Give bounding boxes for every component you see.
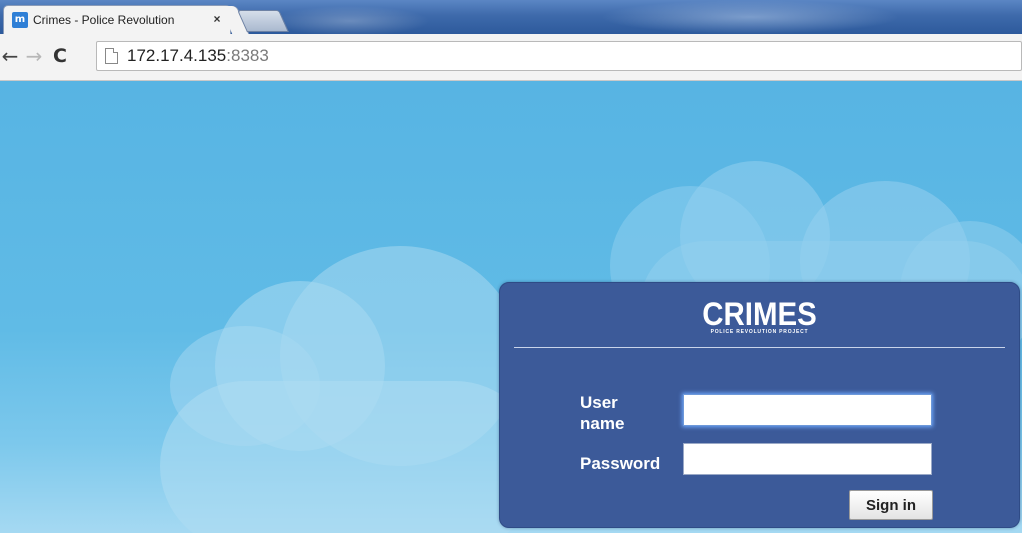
sign-in-button[interactable]: Sign in bbox=[849, 490, 933, 520]
username-input[interactable] bbox=[683, 394, 932, 426]
tabstrip-glow bbox=[600, 0, 900, 34]
close-icon[interactable]: × bbox=[210, 11, 224, 27]
password-label: Password bbox=[580, 454, 661, 473]
crimes-logo: CRIMES POLICE REVOLUTION PROJECT bbox=[500, 297, 1019, 336]
browser-tab-strip: m Crimes - Police Revolution × bbox=[0, 0, 1022, 34]
back-arrow-icon[interactable]: ← bbox=[0, 45, 20, 67]
login-panel: CRIMES POLICE REVOLUTION PROJECT User na… bbox=[499, 282, 1020, 528]
active-tab[interactable]: m Crimes - Police Revolution × bbox=[4, 6, 230, 34]
browser-toolbar: ← → C 172.17.4.135:8383 bbox=[0, 34, 1022, 81]
favicon-icon: m bbox=[12, 12, 28, 28]
page-icon bbox=[105, 48, 118, 64]
url-text: 172.17.4.135:8383 bbox=[127, 46, 269, 66]
address-bar[interactable]: 172.17.4.135:8383 bbox=[96, 41, 1022, 71]
username-label: User name bbox=[580, 393, 625, 433]
url-host: 172.17.4.135 bbox=[127, 46, 227, 65]
cloud-decoration bbox=[160, 381, 540, 533]
tab-title: Crimes - Police Revolution bbox=[33, 13, 175, 27]
password-input[interactable] bbox=[683, 443, 932, 475]
url-port: :8383 bbox=[226, 46, 269, 65]
logo-title: CRIMES bbox=[702, 296, 817, 332]
divider bbox=[514, 347, 1005, 348]
reload-icon[interactable]: C bbox=[50, 45, 70, 67]
forward-arrow-icon[interactable]: → bbox=[24, 45, 44, 67]
tabstrip-glow bbox=[270, 6, 430, 34]
